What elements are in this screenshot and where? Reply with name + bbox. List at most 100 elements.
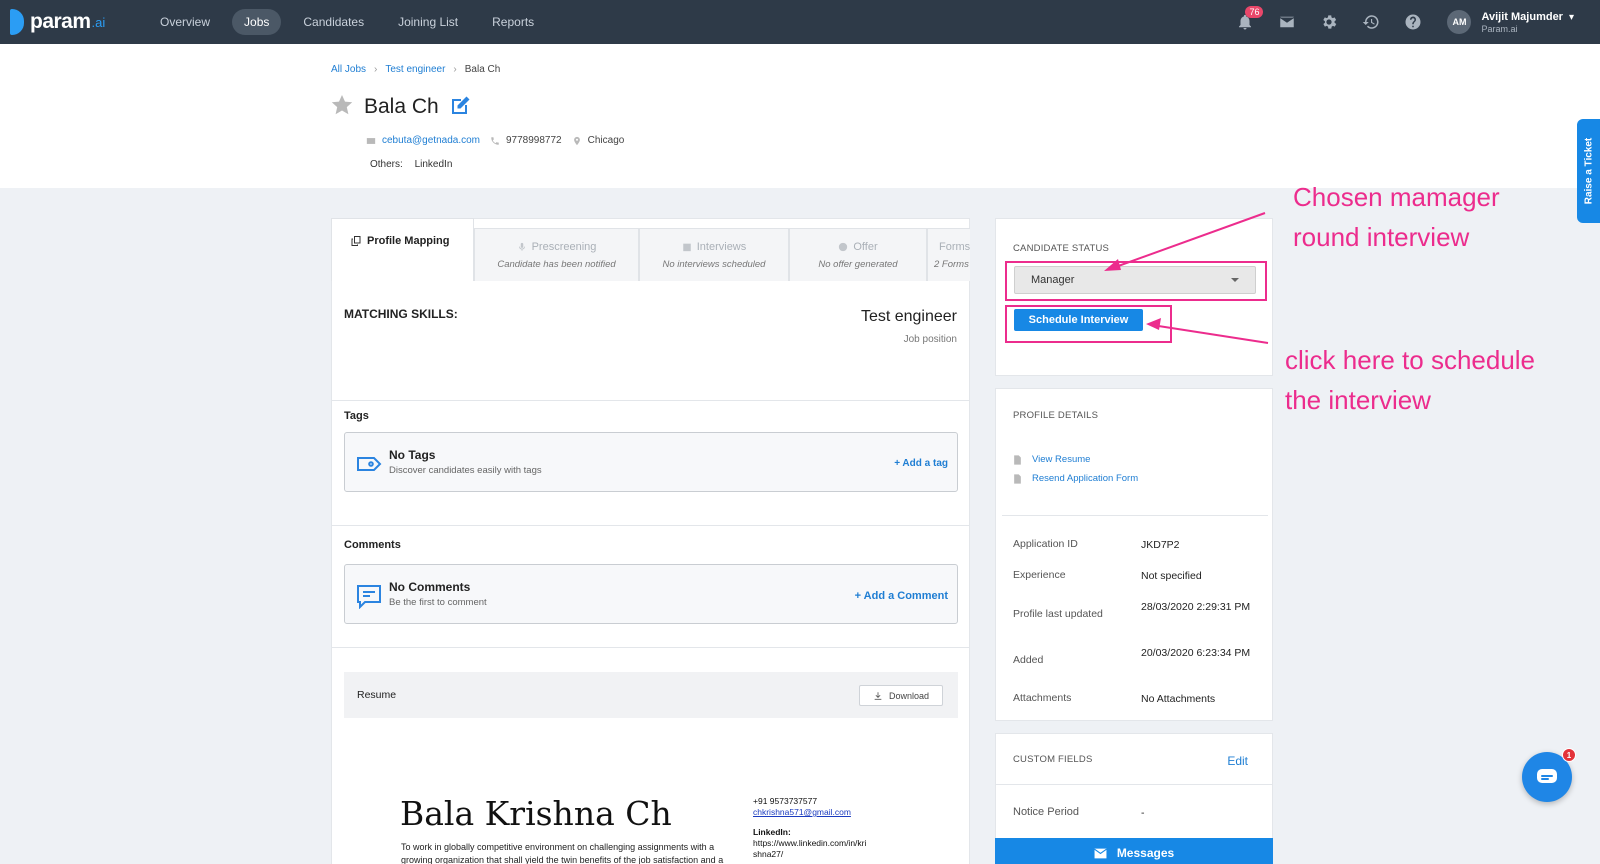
annotation-line: click here to schedule	[1285, 345, 1536, 375]
mail-icon	[366, 136, 376, 146]
app-logo[interactable]: param .ai	[10, 9, 140, 35]
detail-key: Attachments	[1013, 692, 1072, 704]
detail-value: JKD7P2	[1141, 539, 1180, 551]
avatar: AM	[1447, 10, 1472, 34]
notification-badge: 76	[1245, 6, 1264, 18]
help-button[interactable]	[1399, 8, 1427, 36]
candidate-header: All Jobs › Test engineer › Bala Ch Bala …	[0, 44, 1600, 188]
tag-icon	[356, 451, 382, 480]
tab-title: Interviews	[640, 241, 788, 253]
tab-label: Forms	[939, 241, 970, 253]
gear-icon	[1323, 15, 1337, 29]
top-navbar: param .ai Overview Jobs Candidates Joini…	[0, 0, 1600, 44]
section-divider	[331, 525, 970, 526]
tags-empty-title: No Tags	[389, 448, 436, 462]
resume-contact: +91 9573737577 chkrishna571@gmail.com Li…	[753, 796, 866, 860]
main-nav: Overview Jobs Candidates Joining List Re…	[148, 9, 556, 35]
comments-empty-subtitle: Be the first to comment	[389, 597, 487, 608]
candidate-status-card: CANDIDATE STATUS Manager Schedule Interv…	[995, 218, 1273, 376]
candidate-phone: 9778998772	[506, 135, 562, 146]
contact-info: cebuta@getnada.com 9778998772 Chicago	[366, 135, 624, 146]
tab-title: Offer	[790, 241, 926, 253]
candidate-status-select[interactable]: Manager	[1014, 266, 1256, 294]
resume-linkedin-label: LinkedIn:	[753, 827, 791, 837]
breadcrumb-job[interactable]: Test engineer	[385, 64, 445, 75]
custom-fields-card: CUSTOM FIELDS Edit Notice Period -	[995, 733, 1273, 843]
user-menu[interactable]: AM Avijit Majumder Param.ai ▾	[1447, 10, 1574, 34]
comments-empty-state: No Comments Be the first to comment + Ad…	[344, 564, 958, 624]
top-icons: 76 AM Avijit Majumder Param.ai ▾	[1217, 0, 1574, 44]
custom-fields-divider	[996, 784, 1272, 785]
detail-value: 20/03/2020 6:23:34 PM	[1141, 647, 1251, 659]
annotation-line: Chosen mamager	[1293, 182, 1500, 212]
view-resume-link[interactable]: View Resume	[1013, 454, 1090, 465]
tab-label: Interviews	[696, 241, 747, 253]
tab-label: Prescreening	[531, 241, 597, 253]
breadcrumb-current: Bala Ch	[464, 64, 501, 75]
tab-subtitle: 2 Forms	[934, 259, 969, 270]
breadcrumb-separator: ›	[374, 64, 378, 75]
edit-icon[interactable]	[448, 94, 472, 121]
breadcrumb-all-jobs[interactable]: All Jobs	[331, 64, 366, 75]
help-icon	[1405, 14, 1421, 30]
resume-email[interactable]: chkrishna571@gmail.com	[753, 807, 866, 818]
history-button[interactable]	[1357, 8, 1385, 36]
view-resume-label: View Resume	[1032, 454, 1091, 465]
nav-candidates[interactable]: Candidates	[291, 9, 376, 35]
tab-offer[interactable]: Offer No offer generated	[789, 228, 927, 281]
refresh-clock-icon	[1363, 15, 1379, 29]
others-label: Others:	[370, 159, 403, 170]
annotation-line: round interview	[1293, 222, 1470, 252]
messages-button[interactable]: Messages	[995, 838, 1273, 864]
settings-button[interactable]	[1315, 8, 1343, 36]
tab-prescreening[interactable]: Prescreening Candidate has been notified	[474, 228, 639, 281]
add-comment-link[interactable]: + Add a Comment	[855, 590, 948, 602]
resume-linkedin-url: https://www.linkedin.com/in/kri	[753, 838, 867, 848]
star-icon[interactable]	[330, 93, 354, 120]
logo-text: param	[30, 10, 91, 33]
notice-period-key: Notice Period	[1013, 806, 1080, 818]
add-tag-link[interactable]: + Add a tag	[894, 458, 948, 469]
location-icon	[572, 136, 582, 146]
tab-interviews[interactable]: Interviews No interviews scheduled	[639, 228, 789, 281]
nav-jobs[interactable]: Jobs	[232, 9, 282, 35]
mail-button[interactable]	[1273, 8, 1301, 36]
tab-title: Prescreening	[475, 241, 638, 253]
detail-value: Not specified	[1141, 570, 1202, 582]
resume-objective: To work in globally competitive environm…	[401, 842, 724, 864]
messages-label: Messages	[1116, 846, 1175, 860]
nav-reports[interactable]: Reports	[480, 9, 546, 35]
comments-heading: Comments	[344, 539, 401, 551]
resume-bar: Resume Download	[344, 672, 958, 718]
detail-key: Added	[1013, 654, 1044, 666]
candidate-tabs: Profile Mapping Prescreening Candidate h…	[331, 218, 970, 281]
annotation-line: the interview	[1285, 385, 1431, 415]
nav-overview[interactable]: Overview	[148, 9, 222, 35]
raise-ticket-tab[interactable]: Raise a Ticket	[1577, 119, 1600, 223]
phone-icon	[490, 136, 500, 146]
resend-application-form-link[interactable]: Resend Application Form	[1013, 473, 1138, 484]
detail-key: Experience	[1013, 569, 1066, 581]
detail-key: Application ID	[1013, 538, 1078, 550]
badge-icon	[839, 242, 848, 252]
resume-label: Resume	[357, 689, 397, 701]
annotation-schedule-note: click here to schedule the interview	[1285, 340, 1535, 420]
user-name: Avijit Majumder	[1481, 10, 1563, 23]
download-button[interactable]: Download	[858, 685, 943, 706]
breadcrumb-separator: ›	[453, 64, 457, 75]
section-divider	[331, 647, 970, 648]
candidate-email[interactable]: cebuta@getnada.com	[382, 135, 480, 146]
chevron-down-icon: ▾	[1568, 11, 1574, 23]
caret-down-icon	[1231, 278, 1239, 282]
tab-forms[interactable]: Forms 2 Forms	[927, 228, 970, 281]
job-title: Test engineer	[860, 308, 957, 325]
notifications-button[interactable]: 76	[1231, 6, 1264, 36]
tab-title: Forms	[928, 241, 970, 253]
tab-subtitle: Candidate has been notified	[497, 259, 616, 270]
others-value[interactable]: LinkedIn	[415, 159, 453, 170]
nav-joining-list[interactable]: Joining List	[386, 9, 470, 35]
schedule-interview-button[interactable]: Schedule Interview	[1014, 309, 1143, 331]
custom-fields-edit-link[interactable]: Edit	[1227, 754, 1248, 768]
user-info: Avijit Majumder Param.ai	[1481, 11, 1563, 34]
tab-profile-mapping[interactable]: Profile Mapping	[331, 218, 474, 281]
